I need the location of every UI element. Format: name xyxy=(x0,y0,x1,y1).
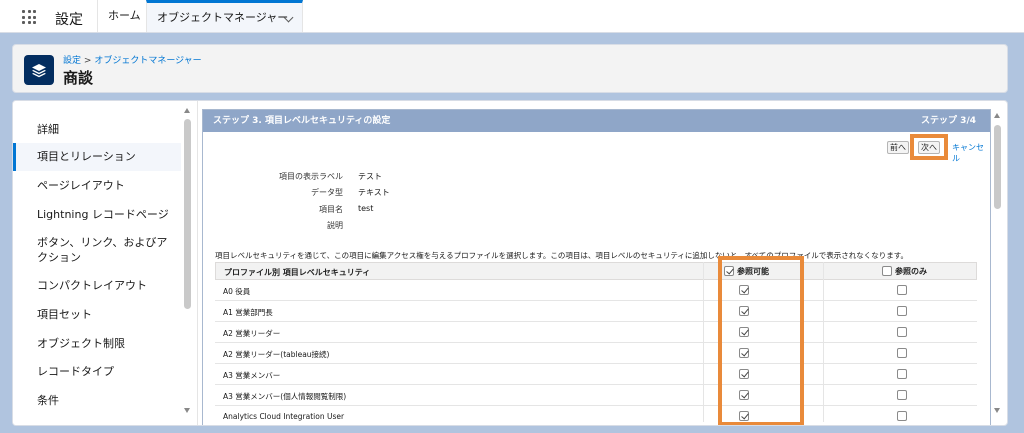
header-readonly: 参照のみ xyxy=(895,267,927,276)
next-button-highlight xyxy=(910,134,948,160)
tab-object-manager-label: オブジェクトマネージャー xyxy=(157,11,289,24)
sidebar-item-buttons-label-1: ボタン、リンク、およびア xyxy=(37,236,168,249)
detail-label-field-name: 項目名 xyxy=(319,205,343,214)
breadcrumb: 設定 > オブジェクトマネージャー xyxy=(63,53,202,66)
main-scroll-down-icon[interactable] xyxy=(994,408,1000,413)
breadcrumb-setup-link[interactable]: 設定 xyxy=(63,56,81,66)
table-row: A2 営業リーダー(tableau接続) xyxy=(215,343,977,364)
detail-label-data-type: データ型 xyxy=(311,188,343,197)
app-launcher-icon[interactable] xyxy=(22,10,36,24)
profile-name: A2 営業リーダー(tableau接続) xyxy=(223,350,330,359)
readonly-checkbox[interactable] xyxy=(897,369,907,379)
table-row: Analytics Cloud Integration User xyxy=(215,406,977,425)
main-content: 詳細 項目とリレーション ページレイアウト Lightning レコードページ … xyxy=(12,100,1008,426)
header-readonly-checkbox[interactable] xyxy=(882,266,892,276)
sidebar-item-object-limits[interactable]: オブジェクト制限 xyxy=(13,336,181,351)
sidebar-item-page-layouts[interactable]: ページレイアウト xyxy=(13,178,181,193)
main-scroll-up-icon[interactable] xyxy=(994,113,1000,118)
table-row: A0 役員 xyxy=(215,280,977,301)
prev-button[interactable]: 前へ xyxy=(887,141,909,154)
readonly-checkbox[interactable] xyxy=(897,306,907,316)
step-title: ステップ 3. 項目レベルセキュリティの設定 xyxy=(213,116,391,126)
table-row: A2 営業リーダー xyxy=(215,322,977,343)
sidebar-item-buttons-links-actions[interactable]: ボタン、リンク、およびア クション xyxy=(13,235,181,265)
table-row: A1 営業部門長 xyxy=(215,301,977,322)
object-sidebar: 詳細 項目とリレーション ページレイアウト Lightning レコードページ … xyxy=(13,101,198,425)
profile-name: A3 営業メンバー(個人情報閲覧制限) xyxy=(223,392,347,401)
cancel-link[interactable]: キャンセル xyxy=(952,142,990,164)
sidebar-item-field-sets[interactable]: 項目セット xyxy=(13,307,181,322)
fls-wizard: ステップ 3. 項目レベルセキュリティの設定 ステップ 3/4 前へ 次へ キャ… xyxy=(202,109,991,425)
readonly-checkbox[interactable] xyxy=(897,327,907,337)
profile-name: Analytics Cloud Integration User xyxy=(223,412,345,421)
header-profile: プロファイル別 項目レベルセキュリティ xyxy=(224,268,371,277)
breadcrumb-object-manager-link[interactable]: オブジェクトマネージャー xyxy=(94,56,201,66)
sidebar-scrollbar[interactable] xyxy=(184,119,191,309)
layers-icon xyxy=(24,55,54,85)
table-row: A3 営業メンバー xyxy=(215,364,977,385)
sidebar-scroll-up-icon[interactable] xyxy=(184,108,190,113)
profile-name: A2 営業リーダー xyxy=(223,329,281,338)
sidebar-item-buttons-label-2: クション xyxy=(37,251,81,264)
sidebar-scroll-down-icon[interactable] xyxy=(184,408,190,413)
readonly-checkbox[interactable] xyxy=(897,390,907,400)
step-count: ステップ 3/4 xyxy=(921,116,976,126)
main-scrollbar[interactable] xyxy=(994,125,1001,209)
page-title: 商談 xyxy=(63,69,94,87)
profile-name: A0 役員 xyxy=(223,287,251,296)
detail-value-data-type: テキスト xyxy=(358,188,390,197)
app-name: 設定 xyxy=(55,12,83,28)
global-nav: 設定 ホーム オブジェクトマネージャー xyxy=(0,0,1024,33)
visible-column-highlight xyxy=(718,256,804,425)
detail-value-field-name: test xyxy=(358,204,374,213)
readonly-checkbox[interactable] xyxy=(897,285,907,295)
sidebar-item-details[interactable]: 詳細 xyxy=(13,122,181,137)
sidebar-item-conditions[interactable]: 条件 xyxy=(13,393,181,408)
fls-instructions: 項目レベルセキュリティを通じて、この項目に編集アクセス権を与えるプロファイルを選… xyxy=(215,251,908,260)
object-header: 設定 > オブジェクトマネージャー 商談 xyxy=(12,44,1008,93)
sidebar-item-lightning-record-pages[interactable]: Lightning レコードページ xyxy=(13,207,181,222)
readonly-checkbox[interactable] xyxy=(897,348,907,358)
sidebar-item-record-types[interactable]: レコードタイプ xyxy=(13,364,181,379)
breadcrumb-separator: > xyxy=(83,56,92,66)
tab-object-manager[interactable]: オブジェクトマネージャー xyxy=(146,0,303,32)
table-row: A3 営業メンバー(個人情報閲覧制限) xyxy=(215,385,977,406)
readonly-checkbox[interactable] xyxy=(897,411,907,421)
profile-name: A1 営業部門長 xyxy=(223,308,273,317)
detail-label-description: 説明 xyxy=(327,221,343,230)
profile-name: A3 営業メンバー xyxy=(223,371,281,380)
step-header: ステップ 3. 項目レベルセキュリティの設定 ステップ 3/4 xyxy=(203,110,990,132)
sidebar-item-compact-layouts[interactable]: コンパクトレイアウト xyxy=(13,278,181,293)
tab-home[interactable]: ホーム xyxy=(97,0,151,32)
detail-value-field-label: テスト xyxy=(358,172,382,181)
sidebar-item-fields-relationships[interactable]: 項目とリレーション xyxy=(13,143,181,171)
detail-label-field-label: 項目の表示ラベル xyxy=(279,172,343,181)
table-header: プロファイル別 項目レベルセキュリティ 参照可能 参照のみ xyxy=(215,262,977,280)
